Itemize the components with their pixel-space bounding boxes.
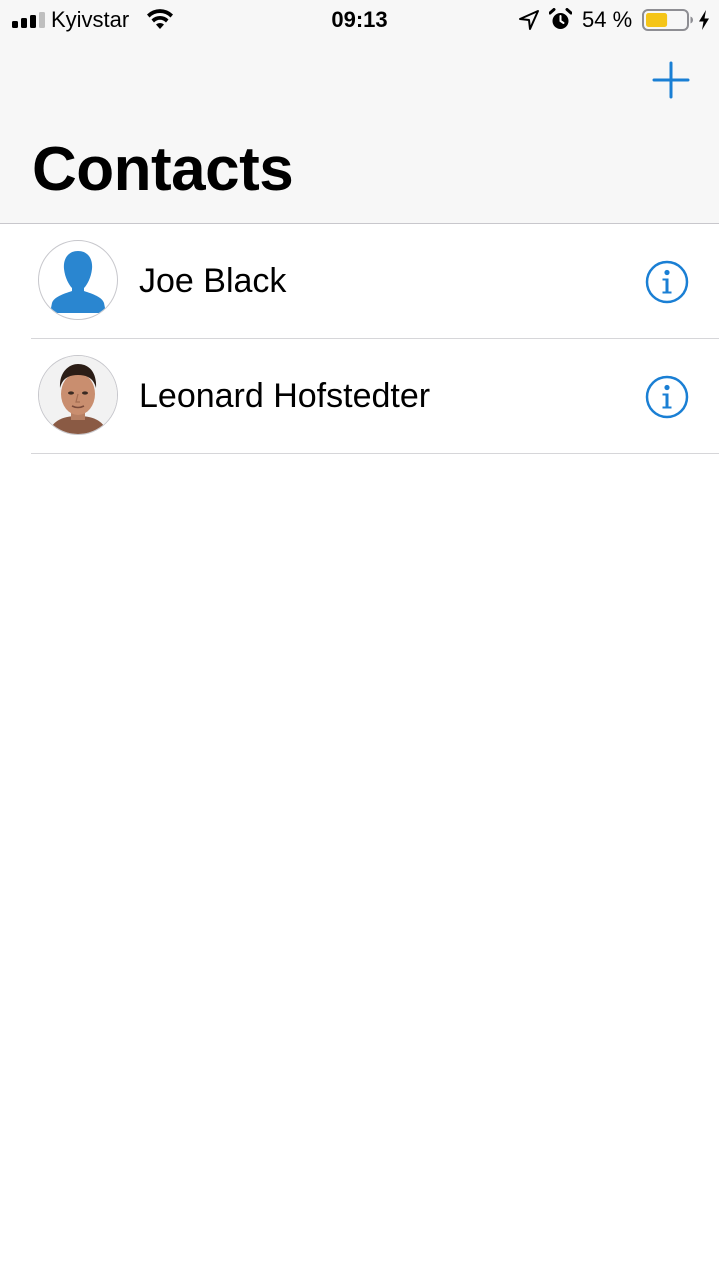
avatar-placeholder bbox=[38, 240, 118, 320]
page-title: Contacts bbox=[32, 135, 294, 204]
alarm-icon bbox=[549, 8, 572, 29]
status-bar: Kyivstar 09:13 54 % bbox=[0, 0, 719, 40]
contact-row-joe-black[interactable]: Joe Black bbox=[31, 224, 719, 339]
contact-name: Leonard Hofstedter bbox=[139, 377, 431, 415]
person-silhouette-icon bbox=[50, 251, 106, 313]
navigation-header: Kyivstar 09:13 54 % Contacts bbox=[0, 0, 719, 224]
contact-row-leonard-hofstedter[interactable]: Leonard Hofstedter bbox=[31, 339, 719, 454]
battery-icon bbox=[642, 9, 693, 31]
contact-name: Joe Black bbox=[139, 262, 287, 300]
info-icon[interactable] bbox=[645, 260, 689, 304]
contact-photo bbox=[39, 356, 117, 434]
battery-percent: 54 % bbox=[582, 7, 633, 32]
charging-icon bbox=[699, 10, 709, 30]
add-contact-button[interactable] bbox=[648, 57, 694, 103]
avatar-photo bbox=[38, 355, 118, 435]
location-icon bbox=[519, 10, 539, 30]
contact-list: Joe Black Leonard Hofstedter bbox=[0, 224, 719, 454]
info-icon[interactable] bbox=[645, 375, 689, 419]
